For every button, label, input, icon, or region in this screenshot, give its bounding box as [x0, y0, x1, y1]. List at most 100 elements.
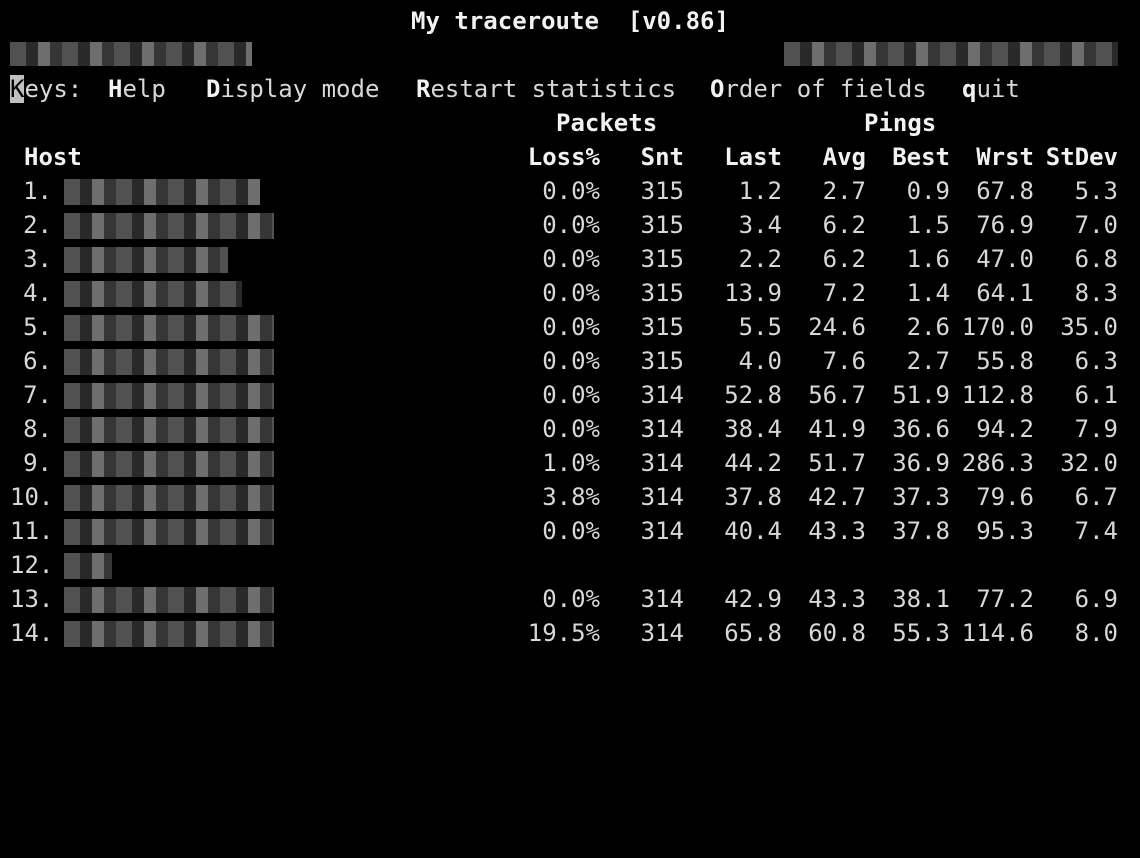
- hop-number: 9.: [23, 449, 52, 477]
- cell-best: 37.3: [892, 483, 950, 511]
- cell-stdev: 6.9: [1074, 585, 1118, 613]
- cell-wrst: 170.0: [961, 313, 1034, 341]
- hop-number: 10.: [10, 483, 54, 511]
- cell-stdev: 7.9: [1074, 415, 1118, 443]
- cell-loss: 0.0%: [542, 347, 600, 375]
- redacted-host: [64, 315, 274, 341]
- cell-loss: 0.0%: [542, 177, 600, 205]
- cell-stdev: 35.0: [1060, 313, 1118, 341]
- table-row: 11. 0.0% 314 40.4 43.3 37.8 95.3 7.4: [0, 514, 1140, 548]
- cell-loss: 0.0%: [542, 211, 600, 239]
- cell-last: 65.8: [724, 619, 782, 647]
- cell-avg: 2.7: [822, 177, 866, 205]
- app-title: My traceroute [v0.86]: [411, 7, 729, 35]
- table-row: 14. 19.5% 314 65.8 60.8 55.3 114.6 8.0: [0, 616, 1140, 650]
- cell-snt: 314: [640, 483, 684, 511]
- table-row: 1. 0.0% 315 1.2 2.7 0.9 67.8 5.3: [0, 174, 1140, 208]
- table-row: 8. 0.0% 314 38.4 41.9 36.6 94.2 7.9: [0, 412, 1140, 446]
- cell-stdev: 6.3: [1074, 347, 1118, 375]
- cell-stdev: 6.7: [1074, 483, 1118, 511]
- redacted-host: [64, 179, 260, 205]
- cell-snt: 314: [640, 585, 684, 613]
- cell-wrst: 55.8: [976, 347, 1034, 375]
- cell-last: 4.0: [738, 347, 782, 375]
- cell-wrst: 114.6: [961, 619, 1034, 647]
- key-restart-statistics[interactable]: Restart statistics: [416, 72, 676, 106]
- cell-last: 37.8: [724, 483, 782, 511]
- cell-avg: 56.7: [808, 381, 866, 409]
- cell-snt: 315: [640, 313, 684, 341]
- cell-best: 38.1: [892, 585, 950, 613]
- cell-best: 0.9: [906, 177, 950, 205]
- cell-stdev: 7.4: [1074, 517, 1118, 545]
- hop-number: 13.: [10, 585, 54, 613]
- cell-avg: 24.6: [808, 313, 866, 341]
- table-row: 3. 0.0% 315 2.2 6.2 1.6 47.0 6.8: [0, 242, 1140, 276]
- hop-number: 5.: [23, 313, 52, 341]
- header-group-pings: Pings: [864, 109, 937, 137]
- table-row: 6. 0.0% 315 4.0 7.6 2.7 55.8 6.3: [0, 344, 1140, 378]
- cell-stdev: 7.0: [1074, 211, 1118, 239]
- cell-loss: 19.5%: [527, 619, 600, 647]
- cell-avg: 43.3: [808, 517, 866, 545]
- hop-number: 11.: [10, 517, 54, 545]
- redacted-hostname: [10, 42, 252, 66]
- cell-snt: 315: [640, 245, 684, 273]
- cell-snt: 315: [640, 211, 684, 239]
- cell-snt: 314: [640, 381, 684, 409]
- cell-wrst: 47.0: [976, 245, 1034, 273]
- cell-avg: 42.7: [808, 483, 866, 511]
- cell-best: 1.5: [906, 211, 950, 239]
- cell-loss: 0.0%: [542, 415, 600, 443]
- cell-wrst: 77.2: [976, 585, 1034, 613]
- table-row: 13. 0.0% 314 42.9 43.3 38.1 77.2 6.9: [0, 582, 1140, 616]
- cell-wrst: 64.1: [976, 279, 1034, 307]
- redacted-timestamp: [784, 42, 1118, 66]
- cell-best: 51.9: [892, 381, 950, 409]
- cell-stdev: 8.0: [1074, 619, 1118, 647]
- cell-best: 2.7: [906, 347, 950, 375]
- redacted-host: [64, 553, 112, 579]
- cell-loss: 0.0%: [542, 313, 600, 341]
- hop-number: 4.: [23, 279, 52, 307]
- hop-number: 6.: [23, 347, 52, 375]
- hop-number: 12.: [10, 551, 54, 579]
- cell-wrst: 94.2: [976, 415, 1034, 443]
- cell-last: 13.9: [724, 279, 782, 307]
- cell-snt: 314: [640, 415, 684, 443]
- hop-number: 8.: [23, 415, 52, 443]
- key-order-of-fields[interactable]: Order of fields: [710, 72, 927, 106]
- cell-last: 42.9: [724, 585, 782, 613]
- cell-loss: 0.0%: [542, 279, 600, 307]
- cell-avg: 60.8: [808, 619, 866, 647]
- cell-avg: 51.7: [808, 449, 866, 477]
- redacted-host: [64, 213, 274, 239]
- hop-number: 2.: [23, 211, 52, 239]
- cell-avg: 41.9: [808, 415, 866, 443]
- key-display-mode[interactable]: Display mode: [206, 72, 379, 106]
- cell-best: 1.4: [906, 279, 950, 307]
- cell-stdev: 8.3: [1074, 279, 1118, 307]
- cell-avg: 6.2: [822, 245, 866, 273]
- cell-wrst: 95.3: [976, 517, 1034, 545]
- header-snt: Snt: [640, 143, 684, 171]
- keys-label: Keys:: [10, 75, 83, 103]
- cell-wrst: 79.6: [976, 483, 1034, 511]
- table-row: 10. 3.8% 314 37.8 42.7 37.3 79.6 6.7: [0, 480, 1140, 514]
- cell-loss: 0.0%: [542, 585, 600, 613]
- key-quit[interactable]: quit: [962, 72, 1020, 106]
- cell-last: 38.4: [724, 415, 782, 443]
- hop-number: 1.: [23, 177, 52, 205]
- cursor: K: [10, 75, 25, 103]
- cell-best: 37.8: [892, 517, 950, 545]
- table-row: 5. 0.0% 315 5.5 24.6 2.6 170.0 35.0: [0, 310, 1140, 344]
- redacted-host: [64, 417, 274, 443]
- redacted-host: [64, 281, 242, 307]
- cell-wrst: 286.3: [961, 449, 1034, 477]
- cell-loss: 0.0%: [542, 245, 600, 273]
- cell-avg: 7.6: [822, 347, 866, 375]
- cell-last: 52.8: [724, 381, 782, 409]
- table-header: Host Loss% Snt Last Avg Best Wrst StDev: [0, 140, 1140, 174]
- cell-avg: 7.2: [822, 279, 866, 307]
- key-help[interactable]: Help: [108, 72, 166, 106]
